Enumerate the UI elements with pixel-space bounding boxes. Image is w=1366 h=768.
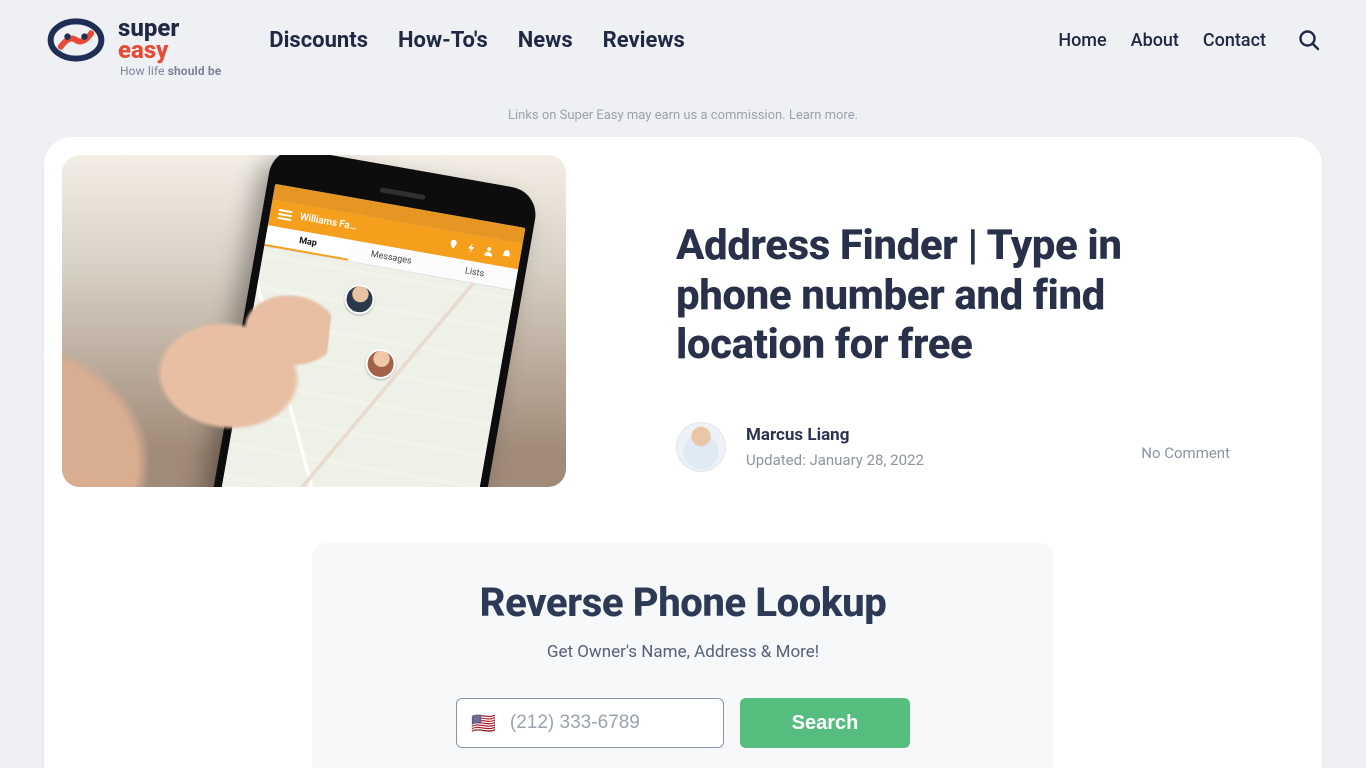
brand-tagline: How life should be <box>120 64 221 78</box>
header-right: Home About Contact <box>1058 27 1322 53</box>
phone-input-wrapper[interactable]: 🇺🇸 <box>456 698 724 748</box>
secondary-nav: Home About Contact <box>1058 30 1266 51</box>
hamburger-icon <box>277 209 293 221</box>
lookup-search-button[interactable]: Search <box>740 698 910 748</box>
search-button[interactable] <box>1296 27 1322 53</box>
nav-discounts[interactable]: Discounts <box>269 28 368 53</box>
featured-image: Williams Fa… Map Messages Lists <box>62 155 566 487</box>
lookup-subtitle: Get Owner's Name, Address & More! <box>332 642 1034 662</box>
comment-count[interactable]: No Comment <box>1141 432 1230 462</box>
phone-number-input[interactable] <box>510 712 709 734</box>
nav-news[interactable]: News <box>518 28 573 53</box>
lookup-title: Reverse Phone Lookup <box>332 579 1034 626</box>
nav-reviews[interactable]: Reviews <box>603 28 685 53</box>
nav-contact[interactable]: Contact <box>1203 30 1266 51</box>
hand-illustration <box>62 249 335 487</box>
lookup-form: 🇺🇸 Search <box>332 698 1034 748</box>
article-hero: Williams Fa… Map Messages Lists <box>62 155 1304 487</box>
nav-howtos[interactable]: How-To's <box>398 28 488 53</box>
article-byline: Marcus Liang Updated: January 28, 2022 N… <box>676 422 1230 472</box>
article-updated: Updated: January 28, 2022 <box>746 451 924 469</box>
search-icon <box>1297 28 1321 52</box>
brand-wordmark: super easy <box>118 18 179 61</box>
brand-word2: easy <box>118 40 179 62</box>
disclosure-text: Links on Super Easy may earn us a commis… <box>508 108 789 123</box>
reverse-lookup-widget: Reverse Phone Lookup Get Owner's Name, A… <box>312 543 1054 768</box>
bell-icon <box>500 247 514 261</box>
us-flag-icon[interactable]: 🇺🇸 <box>471 713 496 733</box>
lightning-icon <box>464 241 478 255</box>
disclosure-learn-more[interactable]: Learn more. <box>789 108 858 123</box>
author-meta: Marcus Liang Updated: January 28, 2022 <box>746 425 924 469</box>
nav-home[interactable]: Home <box>1058 30 1106 51</box>
author-avatar[interactable] <box>676 422 726 472</box>
primary-nav: Discounts How-To's News Reviews <box>269 28 684 53</box>
person-icon <box>482 244 496 258</box>
pin-icon <box>446 238 460 252</box>
affiliate-disclosure: Links on Super Easy may earn us a commis… <box>0 108 1366 123</box>
brand-block: super easy How life should be <box>44 18 221 78</box>
author-name[interactable]: Marcus Liang <box>746 425 924 445</box>
article-title: Address Finder | Type in phone number an… <box>676 221 1230 370</box>
supereasy-logo-icon <box>44 18 108 62</box>
article-card: Williams Fa… Map Messages Lists <box>44 137 1322 768</box>
brand-logo[interactable]: super easy <box>44 18 179 62</box>
nav-about[interactable]: About <box>1131 30 1179 51</box>
phone-appbar-title: Williams Fa… <box>299 212 358 234</box>
article-header-text: Address Finder | Type in phone number an… <box>676 155 1304 472</box>
site-header: super easy How life should be Discounts … <box>0 0 1366 86</box>
